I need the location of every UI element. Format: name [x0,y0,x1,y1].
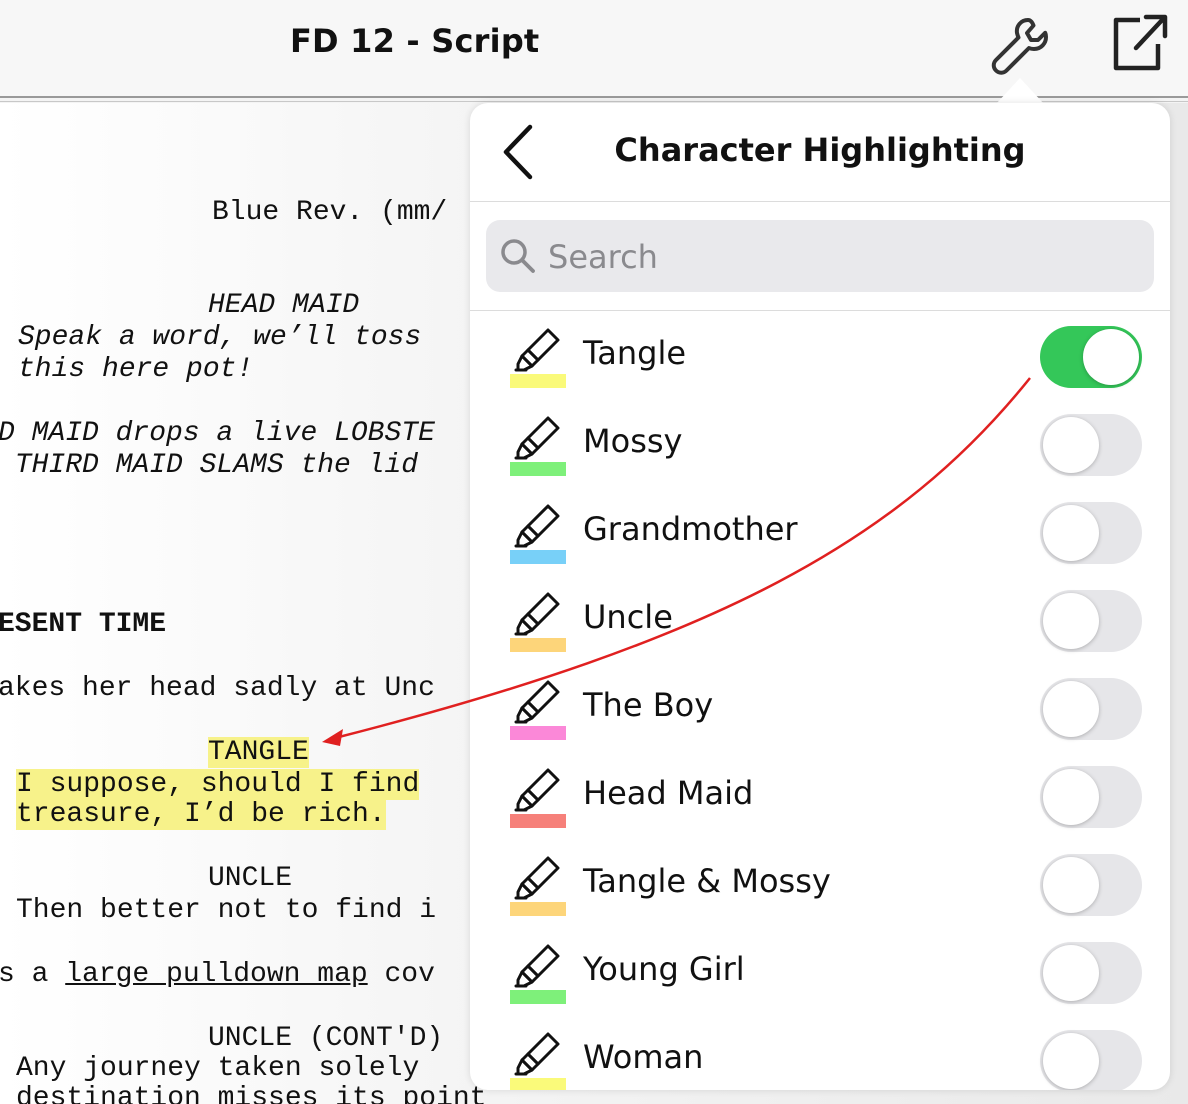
annotation-arrow [322,377,1031,746]
